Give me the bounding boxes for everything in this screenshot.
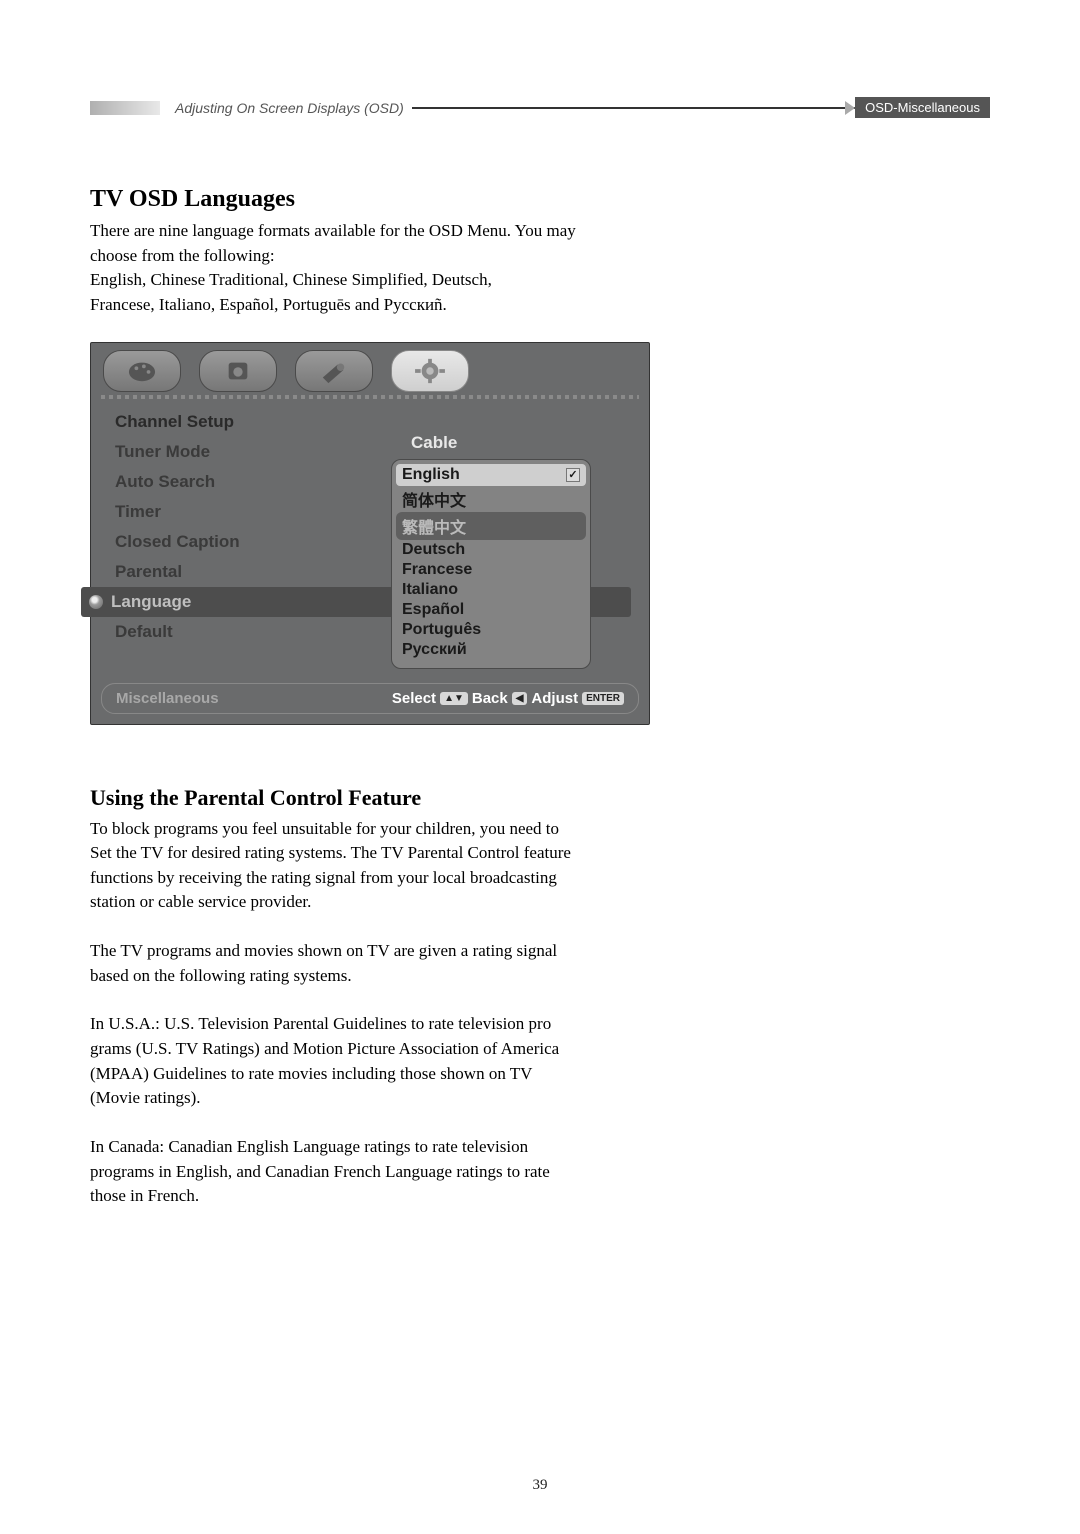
- key-back-icon: ◀: [512, 692, 528, 705]
- page-header: Adjusting On Screen Displays (OSD) OSD-M…: [90, 100, 990, 116]
- s2-line: (Movie ratings).: [90, 1086, 680, 1111]
- s2-line: In U.S.A.: U.S. Television Parental Guid…: [90, 1012, 680, 1037]
- osd-footer: Miscellaneous Select ▲▼ Back ◀ Adjust EN…: [101, 683, 639, 714]
- s2-line: those in French.: [90, 1184, 680, 1209]
- lang-option-russian[interactable]: Русский: [402, 640, 580, 660]
- lang-option-italiano[interactable]: Italiano: [402, 580, 580, 600]
- s2-line: To block programs you feel unsuitable fo…: [90, 817, 680, 842]
- menu-channel-setup[interactable]: Channel Setup: [109, 407, 631, 437]
- s2-line: Set the TV for desired rating systems. T…: [90, 841, 680, 866]
- section1-body: There are nine language formats availabl…: [90, 219, 680, 318]
- lang-option-english[interactable]: English ✓: [396, 464, 586, 486]
- lang-option-portugues[interactable]: Português: [402, 620, 580, 640]
- hint-select: Select: [392, 690, 436, 707]
- header-right-text: OSD-Miscellaneous: [855, 97, 990, 118]
- s1-line: English, Chinese Traditional, Chinese Si…: [90, 268, 680, 293]
- palette-icon: [123, 357, 161, 385]
- s1-line: choose from the following:: [90, 244, 680, 269]
- header-gradient: [90, 101, 160, 115]
- lang-option-deutsch[interactable]: Deutsch: [402, 540, 580, 560]
- lang-option-zh-trad[interactable]: 繁體中文: [396, 512, 586, 540]
- check-icon: ✓: [566, 468, 580, 482]
- page-number: 39: [0, 1477, 1080, 1494]
- s2-line: based on the following rating systems.: [90, 964, 680, 989]
- gear-icon: [411, 357, 449, 385]
- header-left-text: Adjusting On Screen Displays (OSD): [175, 100, 404, 116]
- wrench-icon: [315, 357, 353, 385]
- s2-line: functions by receiving the rating signal…: [90, 866, 680, 891]
- lang-option-espanol[interactable]: Español: [402, 600, 580, 620]
- chevron-right-icon: [845, 101, 855, 115]
- s1-line: Francese, Italiano, Español, Portuguēs a…: [90, 293, 680, 318]
- lang-label: English: [402, 466, 460, 484]
- lang-option-zh-simp[interactable]: 简体中文: [402, 486, 580, 512]
- lang-label: Italiano: [402, 581, 458, 599]
- s2-line: programs in English, and Canadian French…: [90, 1160, 680, 1185]
- osd-screenshot: Channel Setup Tuner Mode Auto Search Tim…: [90, 342, 650, 725]
- lang-label: 繁體中文: [402, 514, 466, 538]
- lang-label: Português: [402, 621, 481, 639]
- osd-tab-picture[interactable]: [103, 350, 181, 392]
- section2-body: To block programs you feel unsuitable fo…: [90, 817, 680, 1209]
- osd-tab-row: [91, 343, 649, 395]
- lang-label: 简体中文: [402, 487, 466, 511]
- header-right-wrap: OSD-Miscellaneous: [845, 97, 990, 118]
- lang-label: Español: [402, 601, 464, 619]
- osd-footer-tab: Miscellaneous: [116, 690, 219, 707]
- s1-line: There are nine language formats availabl…: [90, 219, 680, 244]
- osd-body: Channel Setup Tuner Mode Auto Search Tim…: [91, 399, 649, 679]
- s2-line: The TV programs and movies shown on TV a…: [90, 939, 680, 964]
- section-title-parental: Using the Parental Control Feature: [90, 785, 990, 811]
- section-title-languages: TV OSD Languages: [90, 186, 990, 213]
- s2-line: (MPAA) Guidelines to rate movies includi…: [90, 1062, 680, 1087]
- lang-label: Русский: [402, 641, 467, 659]
- key-enter-icon: ENTER: [582, 692, 624, 705]
- lang-label: Deutsch: [402, 541, 465, 559]
- s2-line: grams (U.S. TV Ratings) and Motion Pictu…: [90, 1037, 680, 1062]
- selection-bullet-icon: [89, 595, 103, 609]
- s2-line: In Canada: Canadian English Language rat…: [90, 1135, 680, 1160]
- osd-tab-audio[interactable]: [199, 350, 277, 392]
- osd-tab-setup[interactable]: [295, 350, 373, 392]
- osd-footer-hints: Select ▲▼ Back ◀ Adjust ENTER: [392, 690, 624, 707]
- key-nav-icon: ▲▼: [440, 692, 468, 705]
- s2-line: station or cable service provider.: [90, 890, 680, 915]
- menu-language-label: Language: [111, 592, 191, 612]
- tuner-mode-value: Cable: [411, 433, 457, 453]
- osd-tab-misc[interactable]: [391, 350, 469, 392]
- lang-label: Francese: [402, 561, 472, 579]
- hint-back: Back: [472, 690, 508, 707]
- hint-adjust: Adjust: [531, 690, 578, 707]
- speaker-icon: [219, 357, 257, 385]
- lang-option-francese[interactable]: Francese: [402, 560, 580, 580]
- language-popup: English ✓ 简体中文 繁體中文 Deutsch Francese Ita…: [391, 459, 591, 669]
